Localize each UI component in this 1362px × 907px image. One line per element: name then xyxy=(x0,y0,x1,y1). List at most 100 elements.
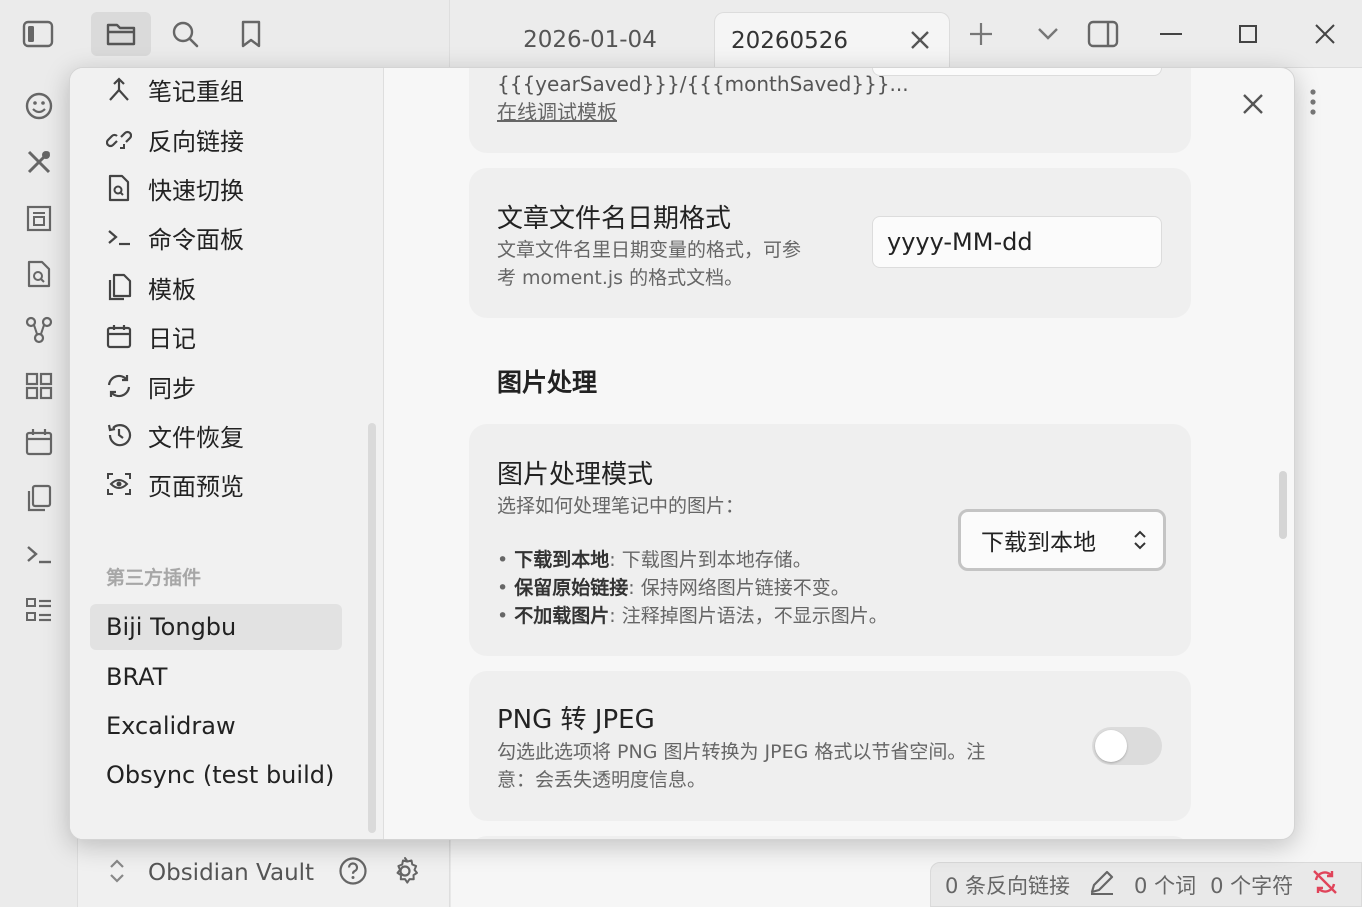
file-search-icon[interactable] xyxy=(19,254,59,294)
next-setting-card xyxy=(469,836,1191,839)
copy-icon[interactable] xyxy=(19,478,59,518)
minimize-icon[interactable] xyxy=(1151,14,1191,54)
toggle-sidebar-icon[interactable] xyxy=(18,14,58,54)
tools-icon[interactable] xyxy=(19,142,59,182)
settings-sidebar: 笔记重组 反向链接 快速切换 命令面板 模板 日记 同步 文件恢复 页面预览 第… xyxy=(70,68,384,839)
image-section-heading: 图片处理 xyxy=(497,368,598,397)
folder-icon[interactable] xyxy=(91,12,151,56)
setting-title: 图片处理模式 xyxy=(497,460,654,490)
sidebar-item-label: 快速切换 xyxy=(148,176,244,205)
setting-desc-line2: 意：会丢失透明度信息。 xyxy=(497,769,707,791)
status-bar: 0 条反向链接 0 个词 0 个字符 xyxy=(930,862,1362,907)
tab-2026-01-04[interactable]: 2026-01-04 xyxy=(470,12,710,68)
sidebar-item-file-recovery[interactable]: 文件恢复 xyxy=(90,412,342,458)
bullet-no-load: • 不加载图片: 注释掉图片语法，不显示图片。 xyxy=(497,605,888,627)
terminal-icon[interactable] xyxy=(19,534,59,574)
title-bar: 2026-01-04 20260526 xyxy=(0,0,1362,68)
setting-desc: 选择如何处理笔记中的图片： xyxy=(497,495,745,517)
sidebar-item-command-palette[interactable]: 命令面板 xyxy=(90,214,342,260)
edit-mode-icon[interactable] xyxy=(1088,868,1116,901)
templates-icon xyxy=(104,272,134,302)
bookmark-icon[interactable] xyxy=(231,14,271,54)
command-palette-icon xyxy=(104,222,134,252)
sync-icon xyxy=(104,371,134,401)
template-preview-text: {{{yearSaved}}}/{{{monthSaved}}}... xyxy=(497,72,909,96)
bullet-download-local: • 下载到本地: 下载图片到本地存储。 xyxy=(497,549,812,571)
close-window-icon[interactable] xyxy=(1305,14,1345,54)
tab-label: 20260526 xyxy=(731,27,849,54)
sidebar-item-label: 页面预览 xyxy=(148,472,244,501)
bullet-text: : 保持网络图片链接不变。 xyxy=(628,577,850,599)
tab-20260526[interactable]: 20260526 xyxy=(714,12,950,68)
settings-modal: 笔记重组 反向链接 快速切换 命令面板 模板 日记 同步 文件恢复 页面预览 第… xyxy=(69,67,1295,840)
more-options-icon[interactable] xyxy=(1309,88,1317,120)
sidebar-item-obsync[interactable]: Obsync (test build) xyxy=(90,752,360,798)
tong-char-icon[interactable] xyxy=(19,198,59,238)
sidebar-item-sync[interactable]: 同步 xyxy=(90,363,342,409)
select-chevron-icon xyxy=(1133,528,1147,558)
bullet-text: : 下载图片到本地存储。 xyxy=(609,549,812,571)
smiley-icon[interactable] xyxy=(19,86,59,126)
vault-switch-chevron-icon[interactable] xyxy=(108,858,126,888)
bullet-keep-link: • 保留原始链接: 保持网络图片链接不变。 xyxy=(497,577,850,599)
help-icon[interactable] xyxy=(338,856,368,890)
bullet-bold: 保留原始链接 xyxy=(514,577,629,599)
search-icon[interactable] xyxy=(165,14,205,54)
image-mode-setting-card: 图片处理模式 选择如何处理笔记中的图片： • 下载到本地: 下载图片到本地存储。… xyxy=(469,424,1191,656)
sidebar-item-brat[interactable]: BRAT xyxy=(90,654,342,700)
setting-desc-line2: 考 moment.js 的格式文档。 xyxy=(497,267,744,289)
tab-list-chevron-icon[interactable] xyxy=(1028,14,1068,54)
ribbon xyxy=(0,68,78,907)
sidebar-item-templates[interactable]: 模板 xyxy=(90,264,342,310)
bullet-text: : 注释掉图片语法，不显示图片。 xyxy=(609,605,888,627)
sidebar-item-label: 命令面板 xyxy=(148,225,244,254)
maximize-icon[interactable] xyxy=(1228,14,1268,54)
setting-title: 文章文件名日期格式 xyxy=(497,204,732,234)
toggle-knob xyxy=(1095,730,1127,762)
png-jpeg-setting-card: PNG 转 JPEG 勾选此选项将 PNG 图片转换为 JPEG 格式以节省空间… xyxy=(469,671,1191,821)
date-format-input[interactable]: yyyy-MM-dd xyxy=(872,216,1162,268)
close-tab-icon[interactable] xyxy=(909,29,931,57)
tab-label: 2026-01-04 xyxy=(523,27,657,53)
sidebar-item-label: 同步 xyxy=(148,374,196,403)
content-scrollbar[interactable] xyxy=(1279,471,1287,539)
sidebar-item-label: Biji Tongbu xyxy=(106,613,237,641)
sidebar-item-label: BRAT xyxy=(106,663,168,691)
sidebar-scrollbar[interactable] xyxy=(368,423,376,833)
settings-gear-icon[interactable] xyxy=(390,856,420,890)
setting-desc-line1: 文章文件名里日期变量的格式，可参 xyxy=(497,239,802,261)
sidebar-item-biji-tongbu[interactable]: Biji Tongbu xyxy=(90,604,342,650)
new-tab-icon[interactable] xyxy=(961,14,1001,54)
png-to-jpeg-toggle[interactable] xyxy=(1092,727,1162,765)
close-modal-icon[interactable] xyxy=(1235,86,1271,122)
debug-template-link[interactable]: 在线调试模板 xyxy=(497,98,617,126)
sidebar-item-label: Excalidraw xyxy=(106,712,236,740)
bullet-bold: 不加载图片 xyxy=(514,605,610,627)
template-input[interactable] xyxy=(872,68,1162,76)
sidebar-item-page-preview[interactable]: 页面预览 xyxy=(90,461,342,507)
calendar-icon[interactable] xyxy=(19,422,59,462)
sidebar-item-quick-switcher[interactable]: 快速切换 xyxy=(90,165,342,211)
grid-icon[interactable] xyxy=(19,366,59,406)
sidebar-item-daily-notes[interactable]: 日记 xyxy=(90,313,342,359)
image-mode-select[interactable]: 下载到本地 xyxy=(958,509,1166,571)
vault-name[interactable]: Obsidian Vault xyxy=(148,860,338,886)
community-plugins-heading: 第三方插件 xyxy=(106,567,202,589)
vault-switcher-bar: Obsidian Vault xyxy=(78,838,450,907)
word-count: 0 个词 xyxy=(1134,873,1197,898)
sync-error-icon[interactable] xyxy=(1311,868,1339,901)
backlink-icon xyxy=(104,124,134,154)
sidebar-item-label: Obsync (test build) xyxy=(106,761,335,789)
backlinks-count[interactable]: 0 条反向链接 xyxy=(945,870,1070,900)
sidebar-item-label: 笔记重组 xyxy=(148,77,244,106)
sidebar-item-excalidraw[interactable]: Excalidraw xyxy=(90,703,342,749)
list-icon[interactable] xyxy=(19,590,59,630)
sidebar-item-label: 文件恢复 xyxy=(148,423,244,452)
graph-icon[interactable] xyxy=(19,310,59,350)
history-icon xyxy=(104,420,134,450)
bullet-bold: 下载到本地 xyxy=(514,549,610,571)
date-format-setting-card: 文章文件名日期格式 文章文件名里日期变量的格式，可参 考 moment.js 的… xyxy=(469,168,1191,318)
sidebar-item-backlinks[interactable]: 反向链接 xyxy=(90,116,342,162)
right-sidebar-toggle-icon[interactable] xyxy=(1083,14,1123,54)
sidebar-item-note-composer[interactable]: 笔记重组 xyxy=(90,68,342,112)
